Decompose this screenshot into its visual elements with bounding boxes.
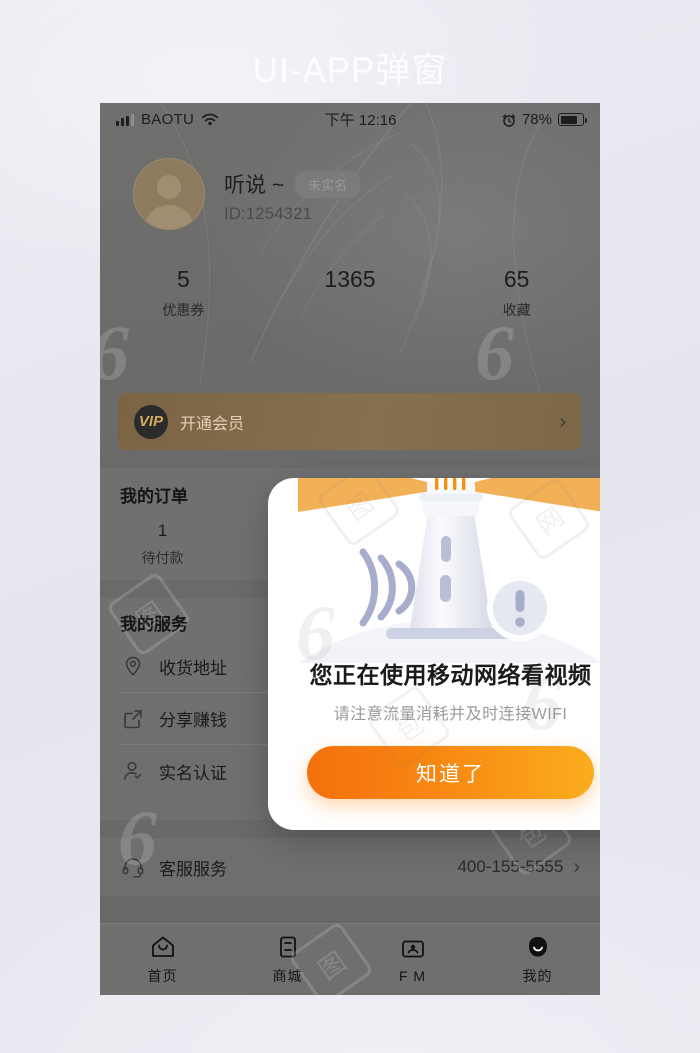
modal-overlay: 您正在使用移动网络看视频 请注意流量消耗并及时连接WIFI 知道了 图 网 6 … [100,103,600,995]
dialog-subtitle: 请注意流量消耗并及时连接WIFI [333,706,568,723]
page-title: UI-APP弹窗 [252,51,448,90]
dialog-confirm-button[interactable]: 知道了 [307,746,594,799]
phone-frame: BAOTU 下午 12:16 78% 听说 ~ 未实名 ID:1254321 5… [100,103,600,995]
dialog-illustration [268,478,600,663]
network-warning-dialog: 您正在使用移动网络看视频 请注意流量消耗并及时连接WIFI 知道了 图 网 6 … [268,478,600,830]
dialog-title: 您正在使用移动网络看视频 [309,662,592,688]
